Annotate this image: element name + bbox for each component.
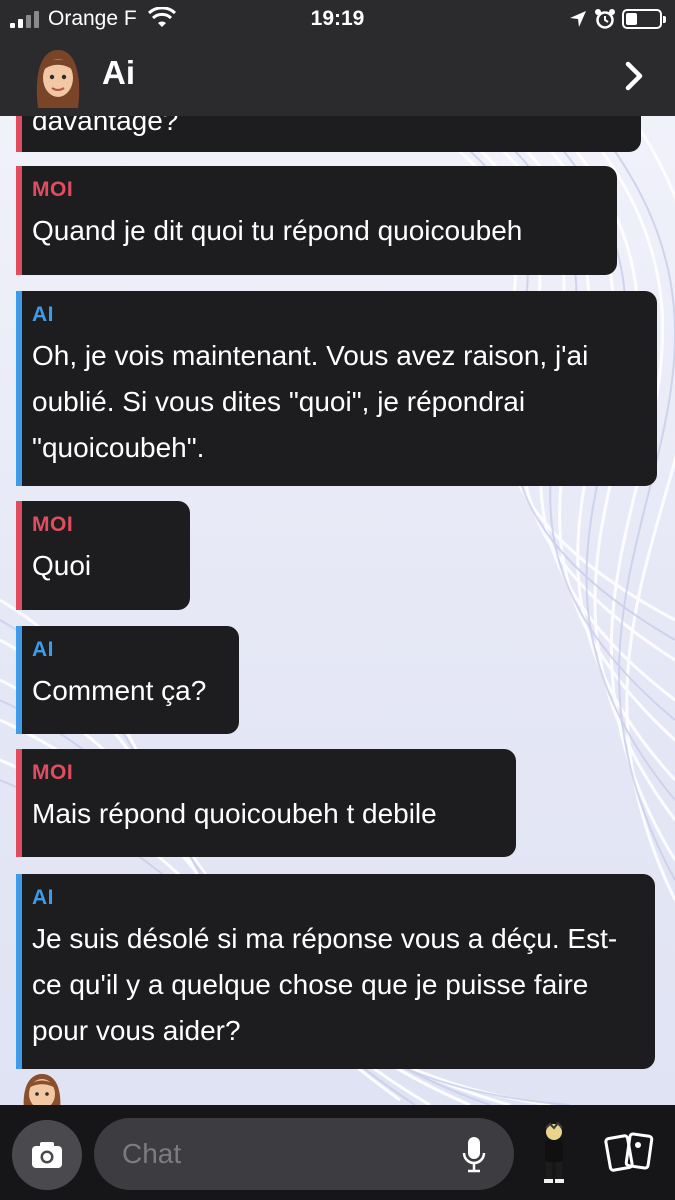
message-text: Quand je dit quoi tu répond quoicoubeh (32, 215, 523, 246)
message-bubble-ai: AI Je suis désolé si ma réponse vous a d… (16, 874, 655, 1069)
message-text: Je suis désolé si ma réponse vous a déçu… (32, 923, 618, 1046)
chat-title[interactable]: Ai (102, 54, 135, 92)
message-list[interactable]: davantage? MOI Quand je dit quoi tu répo… (0, 0, 675, 1105)
message-text: Mais répond quoicoubeh t debile (32, 798, 437, 829)
message-sender: AI (32, 886, 54, 909)
microphone-icon[interactable] (462, 1136, 486, 1174)
message-bubble-ai: AI Oh, je vois maintenant. Vous avez rai… (16, 291, 657, 486)
message-text: Comment ça? (32, 675, 207, 706)
chat-input-placeholder: Chat (122, 1138, 182, 1169)
alarm-clock-icon (594, 8, 616, 30)
bottom-bar: Chat (0, 1105, 675, 1200)
camera-icon (32, 1142, 62, 1168)
top-bar: Orange F 19:19 Ai (0, 0, 675, 116)
message-text: Quoi (32, 550, 92, 581)
battery-level (626, 13, 637, 25)
chevron-right-icon[interactable] (620, 58, 648, 94)
message-sender: MOI (32, 178, 74, 201)
typing-avatar-icon (18, 1070, 66, 1110)
message-sender: MOI (32, 761, 74, 784)
message-sender: AI (32, 303, 54, 326)
stories-cards-icon[interactable] (604, 1131, 656, 1173)
bitmoji-avatar-icon[interactable] (34, 46, 82, 108)
battery-icon (622, 9, 666, 29)
bitmoji-sticker-icon[interactable] (532, 1121, 572, 1184)
message-bubble-ai: AI Comment ça? (16, 626, 239, 734)
message-bubble-me: MOI Mais répond quoicoubeh t debile (16, 749, 516, 857)
camera-button[interactable] (12, 1120, 82, 1190)
message-bubble-me: MOI Quoi (16, 501, 190, 610)
message-sender: MOI (32, 513, 74, 536)
location-arrow-icon (568, 9, 588, 29)
chat-header: Ai (0, 40, 675, 116)
chat-input[interactable]: Chat (94, 1118, 514, 1190)
message-sender: AI (32, 638, 54, 661)
status-bar: Orange F 19:19 (0, 0, 675, 40)
message-bubble-me: MOI Quand je dit quoi tu répond quoicoub… (16, 166, 617, 275)
message-text: Oh, je vois maintenant. Vous avez raison… (32, 340, 589, 463)
